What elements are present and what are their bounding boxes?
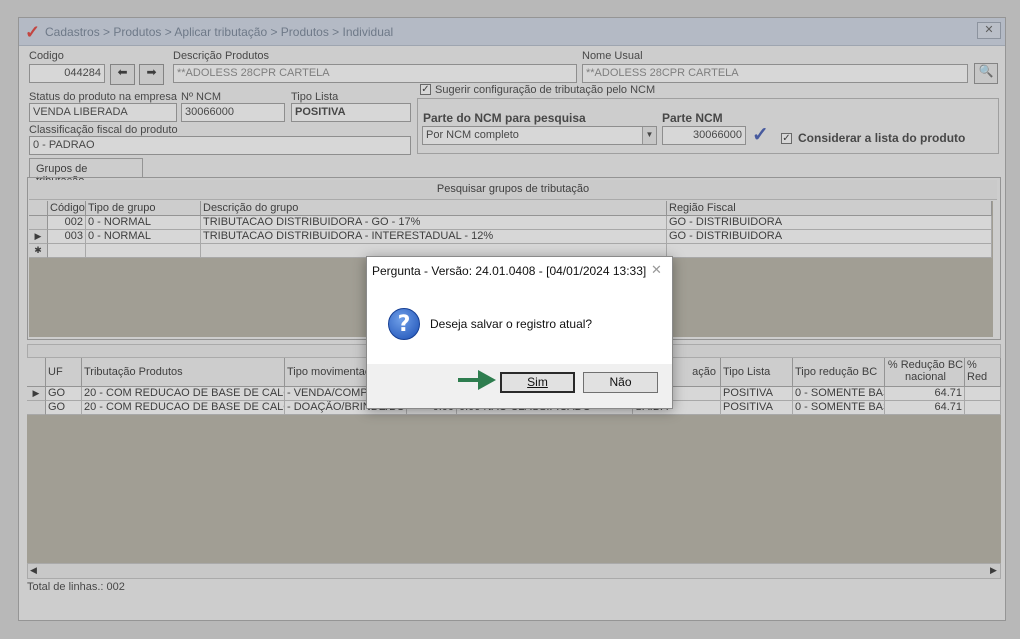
yes-button-label: Sim	[527, 375, 548, 389]
annotation-arrow-head-icon	[478, 370, 496, 390]
dialog-footer: Sim Não	[367, 364, 672, 408]
no-button-label: Não	[609, 375, 632, 389]
dialog-close-icon[interactable]: ✕	[651, 262, 662, 278]
no-button[interactable]: Não	[583, 372, 658, 393]
yes-button[interactable]: Sim	[500, 372, 575, 393]
question-icon: ?	[388, 308, 420, 340]
dialog-message: Deseja salvar o registro atual?	[430, 317, 593, 331]
confirm-dialog: Pergunta - Versão: 24.01.0408 - [04/01/2…	[366, 256, 673, 409]
annotation-arrow-icon	[458, 378, 480, 382]
dialog-title: Pergunta - Versão: 24.01.0408 - [04/01/2…	[372, 264, 647, 278]
